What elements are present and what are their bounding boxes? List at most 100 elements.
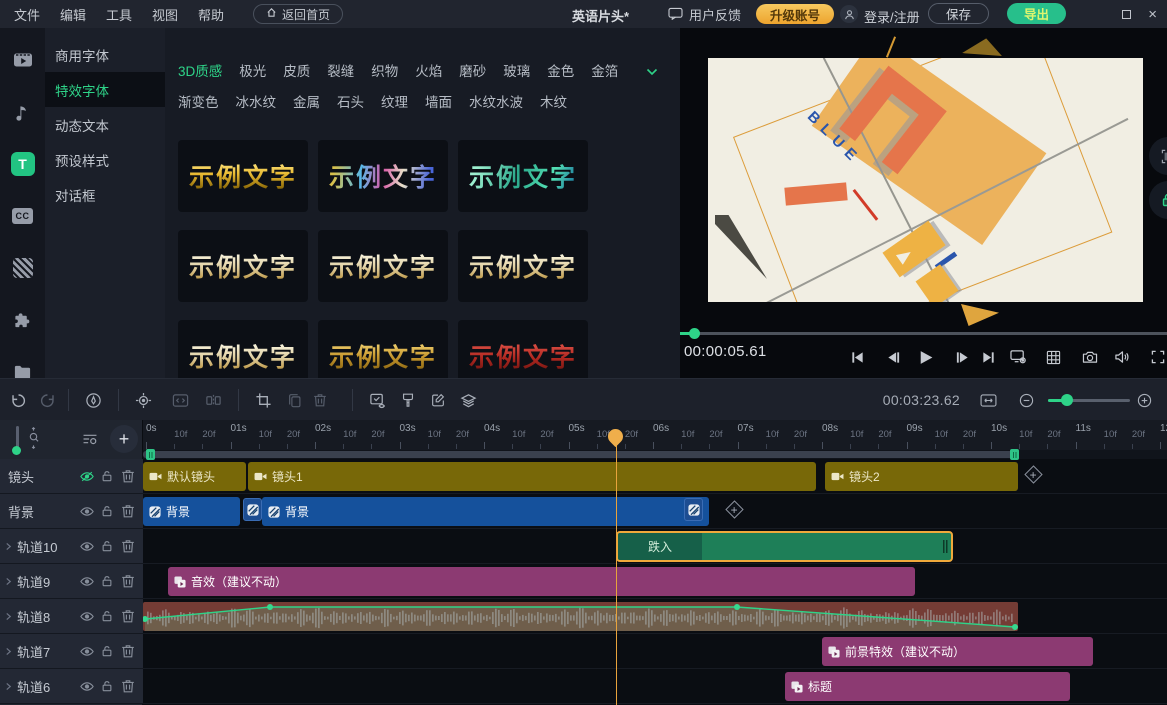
login-register-link[interactable]: 登录/注册: [864, 7, 920, 26]
category-chip[interactable]: 火焰: [415, 60, 442, 80]
clip-compound[interactable]: 音效（建议不动）: [168, 567, 915, 596]
category-chip[interactable]: 水纹水波: [469, 91, 523, 111]
category-chip[interactable]: 渐变色: [178, 91, 219, 111]
category-chip[interactable]: 冰水纹: [236, 91, 277, 111]
render-preview-button[interactable]: [362, 379, 392, 421]
font-menu-item[interactable]: 动态文本: [45, 107, 165, 142]
clip-scene[interactable]: 镜头1: [248, 462, 816, 491]
text-effect-thumbnail[interactable]: 示例文字: [178, 140, 308, 212]
snapshot-button[interactable]: [1077, 344, 1103, 370]
split-button[interactable]: [198, 379, 228, 421]
font-menu-item[interactable]: 商用字体: [45, 37, 165, 72]
transition-badge[interactable]: [684, 498, 703, 521]
category-chip[interactable]: 裂缝: [327, 60, 354, 80]
lock-icon[interactable]: [101, 540, 113, 552]
lock-icon[interactable]: [101, 680, 113, 692]
crop-button[interactable]: [248, 379, 278, 421]
lock-icon[interactable]: [101, 610, 113, 622]
lock-button[interactable]: [1149, 181, 1167, 219]
eye-icon[interactable]: [80, 611, 94, 622]
add-track-button[interactable]: +: [110, 425, 138, 453]
category-chip[interactable]: 石头: [337, 91, 364, 111]
chevron-right-icon[interactable]: [5, 682, 12, 691]
transition-badge[interactable]: [243, 498, 262, 521]
chevron-right-icon[interactable]: [5, 542, 12, 551]
skip-start-button[interactable]: [844, 344, 870, 370]
eye-icon[interactable]: [80, 506, 94, 517]
brush-style-button[interactable]: [393, 379, 423, 421]
edit-properties-button[interactable]: [423, 379, 453, 421]
step-forward-button[interactable]: [949, 344, 975, 370]
eye-icon[interactable]: [80, 681, 94, 692]
track-header-轨道6[interactable]: 轨道6: [0, 669, 143, 704]
frame-capture-button[interactable]: [1149, 137, 1167, 175]
clip-background[interactable]: 背景: [262, 497, 709, 526]
menu-item[interactable]: 编辑: [60, 5, 86, 24]
scrollbar-handle-right[interactable]: [1010, 449, 1019, 460]
skip-end-button[interactable]: [975, 344, 1001, 370]
category-chip[interactable]: 金色: [547, 60, 574, 80]
font-menu-item[interactable]: 预设样式: [45, 142, 165, 177]
maximize-button[interactable]: [1122, 10, 1131, 19]
text-effect-thumbnail[interactable]: 示例文字: [458, 230, 588, 302]
text-effect-thumbnail[interactable]: 示例文字: [318, 320, 448, 378]
clip-scene[interactable]: 镜头2: [825, 462, 1018, 491]
eye-icon[interactable]: [80, 541, 94, 552]
audio-music-icon[interactable]: [0, 86, 45, 138]
preview-seekbar[interactable]: [680, 332, 1167, 335]
trash-icon[interactable]: [120, 643, 136, 659]
chevron-down-icon[interactable]: [646, 64, 658, 79]
eye-icon[interactable]: [80, 646, 94, 657]
eye-icon[interactable]: [80, 576, 94, 587]
fit-timeline-icon[interactable]: [973, 379, 1003, 421]
lock-icon[interactable]: [101, 575, 113, 587]
category-chip[interactable]: 木纹: [540, 91, 567, 111]
trash-icon[interactable]: [120, 678, 136, 694]
font-menu-item[interactable]: 对话框: [45, 177, 165, 212]
lock-icon[interactable]: [101, 645, 113, 657]
display-settings-button[interactable]: [1005, 344, 1031, 370]
trash-icon[interactable]: [120, 608, 136, 624]
clip-scene[interactable]: 默认镜头: [143, 462, 246, 491]
keyframe-button[interactable]: [128, 379, 158, 421]
layer-button[interactable]: [453, 379, 483, 421]
category-chip[interactable]: 皮质: [283, 60, 310, 80]
scrollbar-thumb[interactable]: [143, 451, 1016, 458]
text-effects-icon[interactable]: T: [0, 138, 45, 190]
zoom-out-icon[interactable]: [1011, 379, 1041, 421]
mark-range-button[interactable]: [165, 379, 195, 421]
back-home-button[interactable]: 返回首页: [253, 4, 343, 24]
seekbar-handle[interactable]: [689, 328, 700, 339]
redo-button[interactable]: [32, 379, 62, 421]
video-canvas[interactable]: BLUE: [708, 58, 1143, 302]
track-manager-icon[interactable]: [82, 433, 98, 448]
auto-enhance-button[interactable]: [78, 379, 108, 421]
undo-button[interactable]: [3, 379, 33, 421]
transitions-icon[interactable]: [0, 242, 45, 294]
volume-button[interactable]: [1109, 344, 1135, 370]
clip-audio[interactable]: [143, 602, 1018, 631]
upgrade-account-button[interactable]: 升级账号: [756, 4, 834, 24]
add-keyframe-marker[interactable]: +: [1024, 465, 1042, 483]
step-back-button[interactable]: [880, 344, 906, 370]
text-effect-thumbnail[interactable]: 示例文字: [178, 230, 308, 302]
play-button[interactable]: [912, 344, 938, 370]
add-keyframe-marker[interactable]: +: [725, 500, 743, 518]
clip-effect[interactable]: 跌入: [616, 531, 953, 562]
track-header-轨道9[interactable]: 轨道9: [0, 564, 143, 599]
trash-icon[interactable]: [120, 503, 136, 519]
clip-compound[interactable]: 前景特效（建议不动）: [822, 637, 1093, 666]
subtitle-cc-icon[interactable]: CC: [0, 190, 45, 242]
text-effect-thumbnail[interactable]: 示例文字: [318, 140, 448, 212]
chevron-right-icon[interactable]: [5, 647, 12, 656]
clip-background[interactable]: 背景: [143, 497, 240, 526]
text-effect-thumbnail[interactable]: 示例文字: [458, 320, 588, 378]
trash-icon[interactable]: [120, 468, 136, 484]
menu-item[interactable]: 文件: [14, 5, 40, 24]
track-header-轨道8[interactable]: 轨道8: [0, 599, 143, 634]
user-avatar-icon[interactable]: [840, 5, 858, 23]
plugins-effects-icon[interactable]: [0, 294, 45, 346]
track-header-轨道10[interactable]: 轨道10: [0, 529, 143, 564]
lock-icon[interactable]: [101, 470, 113, 482]
menu-item[interactable]: 工具: [106, 5, 132, 24]
